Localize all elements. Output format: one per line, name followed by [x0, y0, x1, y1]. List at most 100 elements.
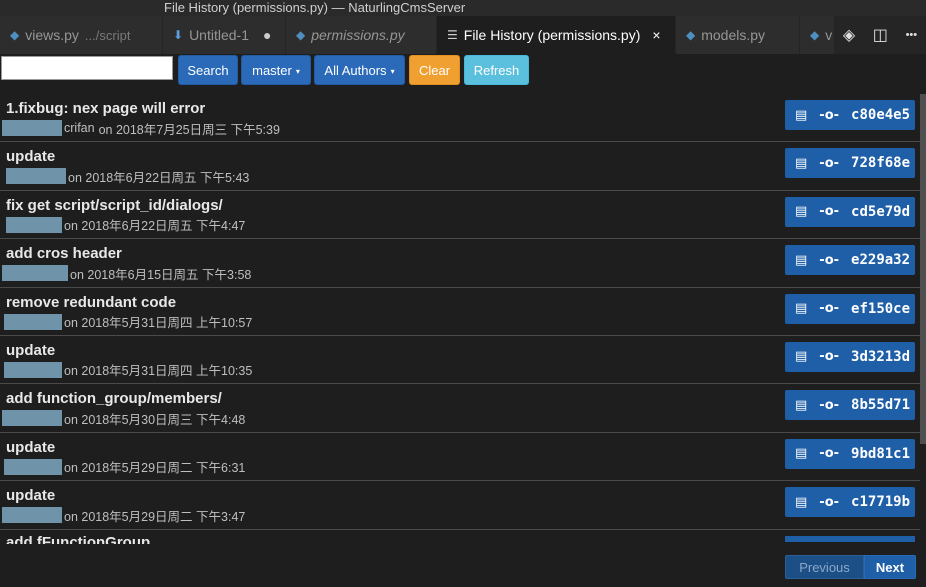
git-commit-icon: -o-: [819, 155, 840, 171]
commit-hash: c17719b: [851, 494, 911, 511]
chevron-down-icon: ▾: [295, 66, 300, 76]
previous-button[interactable]: Previous: [785, 555, 864, 579]
tab-permissions-py[interactable]: ◆ permissions.py: [286, 16, 437, 54]
author-redacted: [6, 216, 62, 233]
commit-row[interactable]: update on 2018年5月29日周二 下午6:31 ▤ -o- 9bd81c…: [0, 433, 920, 482]
commit-hash-button[interactable]: ▤ -o- 3d3213d: [785, 341, 915, 372]
clipboard-icon[interactable]: ▤: [795, 349, 807, 364]
commit-hash: ef150ce: [851, 300, 911, 317]
author-redacted: [2, 265, 68, 282]
commit-hash: 9bd81c1: [851, 445, 911, 462]
commit-message: add function_group/members/: [6, 390, 222, 408]
author-redacted: [4, 361, 62, 378]
author-redacted: [2, 120, 62, 136]
clipboard-icon[interactable]: ▤: [795, 108, 807, 123]
git-commit-icon: -o-: [819, 446, 840, 462]
commit-hash-button[interactable]: ▤ -o-ef150ce: [785, 293, 915, 324]
commit-date: on 2018年6月15日周五 下午3:58: [70, 267, 252, 282]
commit-message: 1.fixbug: nex page will error: [6, 100, 206, 117]
commit-message: add cros header: [6, 245, 122, 263]
branch-dropdown[interactable]: master ▾: [241, 55, 311, 85]
commit-list: 1.fixbug: nex page will error crifan on 2…: [0, 94, 920, 542]
commit-hash: cd5e79d: [851, 203, 911, 220]
tab-untitled-1[interactable]: ⬇ Untitled-1 ●: [163, 16, 286, 54]
clipboard-icon[interactable]: ▤: [795, 204, 807, 219]
more-icon[interactable]: •••: [906, 29, 918, 41]
commit-hash-button[interactable]: ▤ -o-cd5e79d: [785, 196, 915, 227]
commit-meta: on 2018年5月30日周三 下午4:48: [2, 409, 245, 427]
commit-date: on 2018年7月25日周三 下午5:39: [98, 122, 280, 137]
commit-message: fix get script/script_id/dialogs/: [6, 196, 223, 214]
commit-date: on 2018年6月22日周五 下午5:43: [68, 170, 250, 185]
commit-hash: e229a32: [851, 252, 911, 269]
clear-button[interactable]: Clear: [409, 55, 460, 85]
refresh-button-label: Refresh: [473, 63, 520, 78]
commit-hash-button-partial[interactable]: [785, 536, 915, 542]
commit-message: update: [6, 487, 56, 505]
tab-views-py[interactable]: ◆ views.py .../script: [0, 16, 163, 54]
window-title: File History (permissions.py) — Naturlin…: [0, 0, 926, 16]
tab-models-py[interactable]: ◆ models.py: [676, 16, 800, 54]
python-icon: ◆: [10, 28, 20, 42]
commit-hash-button[interactable]: ▤ -o- 9bd81c1: [785, 438, 915, 469]
tab-label: permissions.py: [311, 27, 405, 43]
commit-author[interactable]: crifan: [64, 121, 95, 135]
commit-message: update: [6, 148, 56, 166]
tab-label: Untitled-1: [189, 27, 249, 43]
author-redacted: [4, 313, 62, 330]
commit-row[interactable]: 1.fixbug: nex page will error crifan on 2…: [0, 94, 920, 143]
commit-meta: crifan on 2018年7月25日周三 下午5:39: [2, 119, 280, 137]
commit-meta: on 2018年5月31日周四 上午10:35: [2, 361, 252, 379]
tab-dir: .../script: [84, 27, 131, 43]
commit-hash-button[interactable]: ▤ -o-c17719b: [785, 487, 915, 518]
scrollbar-thumb[interactable]: [920, 94, 926, 444]
commit-hash: 728f68e: [851, 155, 911, 172]
clipboard-icon[interactable]: ▤: [795, 253, 807, 268]
git-commit-icon: -o-: [819, 494, 840, 510]
next-button[interactable]: Next: [864, 555, 916, 579]
commit-meta: on 2018年5月29日周二 下午3:47: [2, 506, 245, 524]
commit-hash: 3d3213d: [851, 348, 911, 365]
authors-dropdown[interactable]: All Authors ▾: [314, 55, 405, 85]
clipboard-icon[interactable]: ▤: [795, 301, 807, 316]
python-icon: ◆: [686, 28, 696, 42]
commit-meta: on 2018年6月15日周五 下午3:58: [2, 264, 251, 282]
commit-meta: on 2018年6月22日周五 下午5:43: [2, 167, 249, 185]
commit-row[interactable]: update on 2018年5月31日周四 上午10:35 ▤ -o- 3d321…: [0, 336, 920, 385]
refresh-button[interactable]: Refresh: [464, 55, 529, 85]
commit-hash-button[interactable]: ▤ -o- 8b55d71: [785, 390, 915, 421]
commit-row[interactable]: fix get script/script_id/dialogs/ on 201…: [0, 191, 920, 240]
search-input[interactable]: [1, 56, 173, 80]
split-editor-icon[interactable]: ◫: [873, 25, 888, 45]
commit-row[interactable]: add function_group/members/ on 2018年5月30…: [0, 384, 920, 433]
history-toolbar: Search master ▾ All Authors ▾ Clear Refres…: [0, 54, 926, 88]
download-icon: ⬇: [173, 28, 184, 42]
clipboard-icon[interactable]: ▤: [795, 398, 807, 413]
clipboard-icon[interactable]: ▤: [795, 495, 807, 510]
unsaved-dot-icon[interactable]: ●: [263, 27, 271, 43]
git-commit-icon: -o-: [819, 301, 840, 317]
tab-file-history[interactable]: ☰ File History (permissions.py) ×: [437, 16, 676, 54]
git-commit-icon: -o-: [819, 107, 840, 123]
tab-label: File History (permissions.py): [463, 27, 641, 43]
clipboard-icon[interactable]: ▤: [795, 446, 807, 461]
commit-row[interactable]: update on 2018年6月22日周五 下午5:43 ▤ -o- 728f68…: [0, 142, 920, 191]
commit-hash-button[interactable]: ▤ -o-c80e4e5: [785, 100, 915, 130]
branch-label: master: [252, 63, 292, 78]
commit-row[interactable]: add cros header on 2018年6月15日周五 下午3:58 ▤…: [0, 239, 920, 288]
commit-hash-button[interactable]: ▤ -o- 728f68e: [785, 148, 915, 179]
clipboard-icon[interactable]: ▤: [795, 156, 807, 171]
commit-date: on 2018年5月31日周四 上午10:35: [64, 364, 253, 379]
commit-row[interactable]: update on 2018年5月29日周二 下午3:47 ▤ -o-c17719…: [0, 481, 920, 530]
author-redacted: [2, 410, 62, 427]
commit-row[interactable]: remove redundant code on 2018年5月31日周四 上午…: [0, 288, 920, 336]
close-icon[interactable]: ×: [652, 27, 660, 43]
commit-hash: 8b55d71: [851, 397, 911, 414]
commit-hash-button[interactable]: ▤ -o-e229a32: [785, 245, 915, 276]
authors-label: All Authors: [324, 63, 387, 78]
git-compare-icon[interactable]: ◈: [843, 25, 855, 45]
pagination: Previous Next: [785, 555, 916, 581]
scrollbar[interactable]: [920, 94, 926, 542]
search-button[interactable]: Search: [178, 55, 238, 85]
commit-meta: on 2018年5月29日周二 下午6:31: [2, 458, 245, 476]
